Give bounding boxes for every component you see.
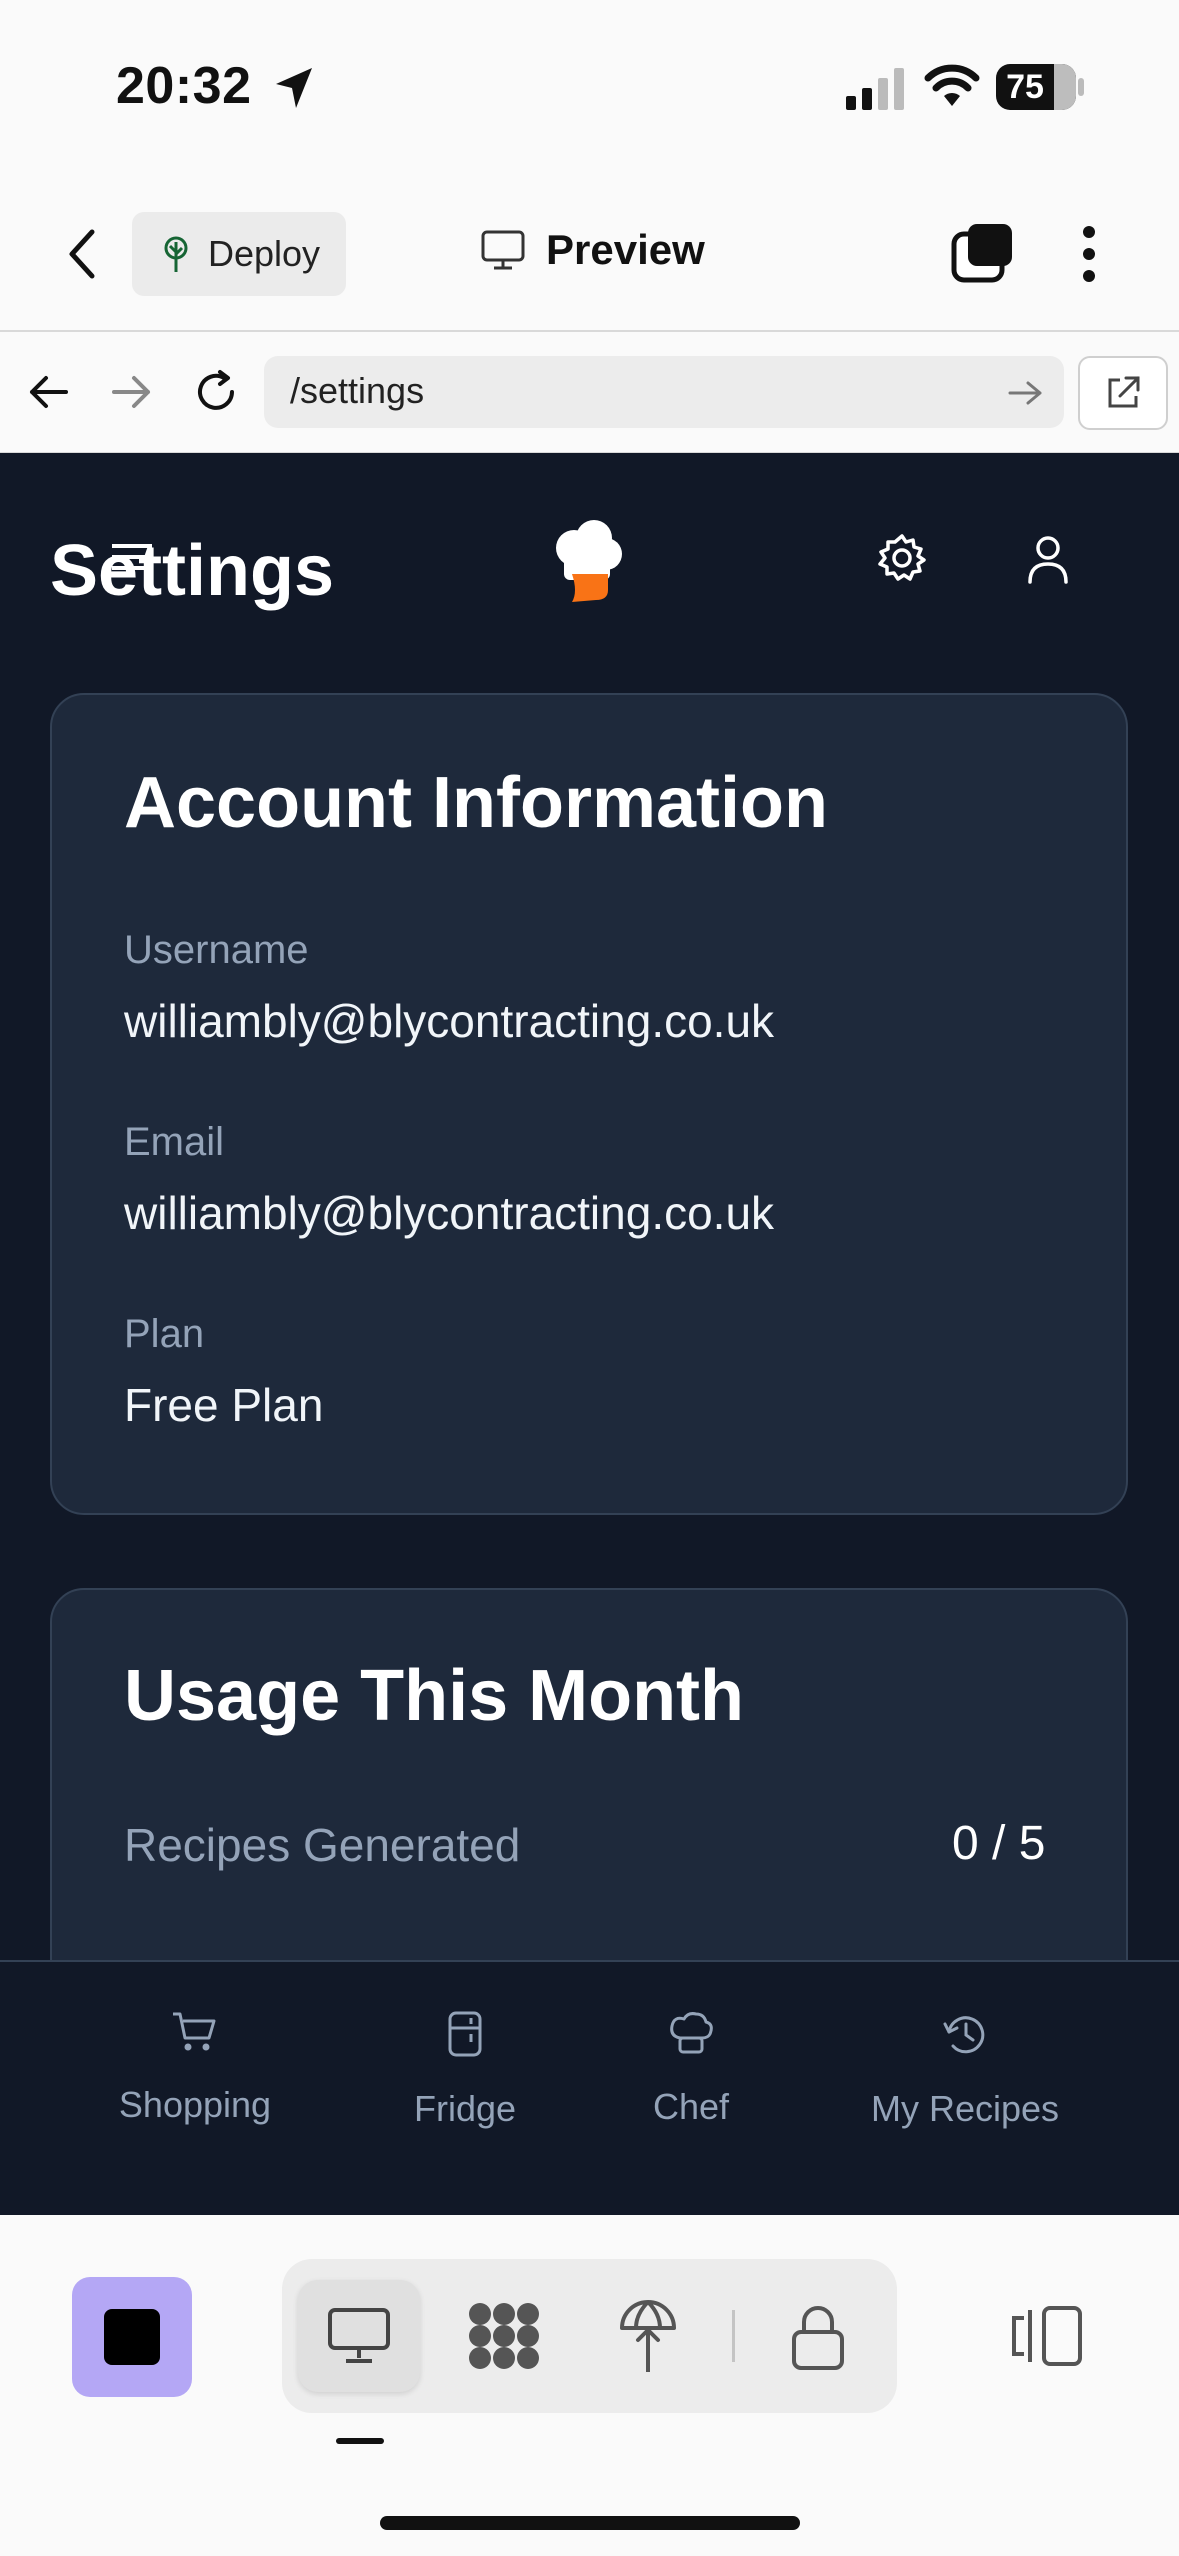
reload-icon[interactable] bbox=[192, 368, 240, 416]
nav-label-fridge: Fridge bbox=[413, 2088, 517, 2129]
active-tab-indicator bbox=[336, 2438, 384, 2444]
open-external-button[interactable] bbox=[1078, 356, 1168, 430]
account-card-title: Account Information bbox=[124, 763, 828, 843]
go-arrow-icon[interactable] bbox=[1006, 378, 1046, 408]
battery-icon: 75 bbox=[996, 64, 1076, 110]
user-profile-icon[interactable] bbox=[1026, 534, 1070, 584]
stop-icon bbox=[104, 2309, 160, 2365]
panel-toggle-icon[interactable] bbox=[1010, 2304, 1084, 2368]
nav-chef[interactable]: Chef bbox=[634, 2010, 748, 2128]
external-link-icon bbox=[1108, 376, 1140, 408]
wifi-icon bbox=[924, 64, 980, 106]
page-title: Settings bbox=[50, 531, 335, 611]
url-text: /settings bbox=[290, 370, 425, 411]
nav-shopping[interactable]: Shopping bbox=[112, 2010, 278, 2126]
browser-forward-icon[interactable] bbox=[110, 372, 154, 412]
email-value: williambly@blycontracting.co.uk bbox=[124, 1187, 775, 1239]
settings-gear-icon[interactable] bbox=[876, 532, 928, 584]
chef-logo-icon[interactable] bbox=[552, 518, 624, 604]
nav-label-chef: Chef bbox=[652, 2086, 730, 2127]
battery-level: 75 bbox=[1006, 68, 1044, 106]
username-value: williambly@blycontracting.co.uk bbox=[124, 995, 775, 1047]
nav-label-my-recipes: My Recipes bbox=[870, 2088, 1060, 2129]
location-arrow-icon bbox=[276, 68, 312, 108]
back-chevron-icon[interactable] bbox=[62, 226, 102, 282]
cellular-signal-icon bbox=[846, 68, 904, 110]
deploy-button[interactable]: Deploy bbox=[132, 212, 346, 296]
status-time: 20:32 bbox=[116, 57, 252, 115]
plan-value: Free Plan bbox=[124, 1379, 324, 1431]
email-label: Email bbox=[124, 1120, 225, 1164]
usage-card-title: Usage This Month bbox=[124, 1656, 745, 1736]
monitor-icon bbox=[481, 230, 525, 270]
recipes-generated-label: Recipes Generated bbox=[124, 1819, 521, 1871]
fridge-icon bbox=[448, 2011, 482, 2057]
nav-my-recipes[interactable]: My Recipes bbox=[858, 2010, 1072, 2130]
username-label: Username bbox=[124, 928, 309, 972]
deploy-label: Deploy bbox=[208, 233, 321, 274]
chef-hat-icon bbox=[670, 2012, 713, 2054]
secrets-lock-icon[interactable] bbox=[790, 2304, 846, 2372]
deploy-tree-icon bbox=[164, 236, 188, 272]
preview-tab[interactable]: Preview bbox=[480, 226, 705, 274]
plan-label: Plan bbox=[124, 1312, 205, 1356]
nav-label-shopping: Shopping bbox=[118, 2084, 272, 2125]
preview-label: Preview bbox=[546, 226, 705, 273]
nav-fridge[interactable]: Fridge bbox=[402, 2010, 528, 2130]
history-icon bbox=[943, 2016, 985, 2054]
home-indicator bbox=[380, 2516, 800, 2530]
cart-icon bbox=[173, 2012, 216, 2051]
workspace-tool-icon[interactable] bbox=[466, 2300, 542, 2372]
deploy-tool-icon[interactable] bbox=[618, 2296, 678, 2376]
recipes-generated-value: 0 / 5 bbox=[952, 1817, 1046, 1870]
browser-back-icon[interactable] bbox=[26, 372, 70, 412]
tabs-switcher-icon[interactable] bbox=[950, 222, 1016, 284]
preview-monitor-icon bbox=[328, 2308, 390, 2363]
more-options-icon[interactable] bbox=[1080, 224, 1098, 284]
